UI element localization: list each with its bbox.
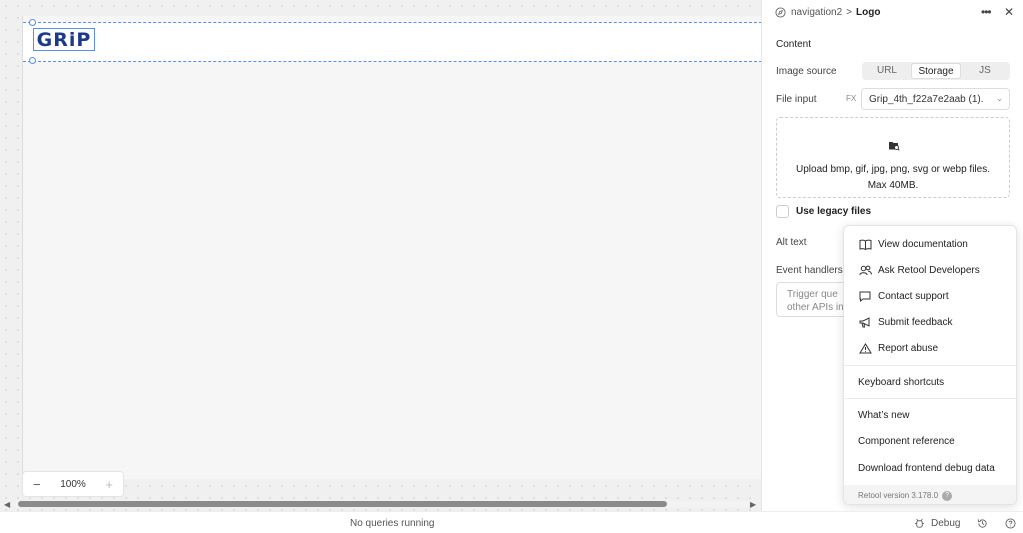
help-menu: View documentation Ask Retool Developers… [843,225,1017,505]
menu-item-submit-feedback[interactable]: Submit feedback [844,309,1016,335]
logo-text: GRiP [36,28,92,51]
book-icon [858,237,872,251]
menu-item-whats-new[interactable]: What’s new [844,402,1016,428]
legacy-files-checkbox[interactable] [776,205,789,218]
menu-item-view-documentation[interactable]: View documentation [844,231,1016,257]
horizontal-scrollbar[interactable]: ◀ ▶ [4,498,760,510]
alt-text-label: Alt text [776,237,807,248]
section-title: Content [776,39,812,50]
image-source-label: Image source [776,66,837,77]
breadcrumb-current: Logo [856,6,881,18]
menu-divider [844,398,1016,399]
warning-icon [858,341,872,355]
help-icon[interactable]: ? [942,490,953,501]
menu-item-keyboard-shortcuts[interactable]: Keyboard shortcuts [844,369,1016,395]
menu-item-label: Download frontend debug data [858,462,995,474]
help-circle-icon[interactable] [1004,517,1016,529]
image-source-segmented: URL Storage JS [862,62,1010,80]
more-options-icon[interactable]: ••• [981,5,992,19]
history-icon[interactable] [976,517,988,529]
menu-item-component-reference[interactable]: Component reference [844,428,1016,454]
menu-item-ask-developers[interactable]: Ask Retool Developers [844,257,1016,283]
event-handlers-label: Event handlers [776,265,843,276]
resize-handle-bottom-left[interactable] [29,57,36,64]
breadcrumb-component[interactable]: navigation2 [791,7,842,18]
folder-search-icon [888,140,900,154]
users-icon [858,263,872,277]
debug-controls: Debug [913,517,1016,529]
dropzone-text: Upload bmp, gif, jpg, png, svg or webp f… [796,164,990,175]
zoom-control: − 100% + [22,471,124,497]
scroll-right-icon[interactable]: ▶ [750,500,756,509]
query-status: No queries running [350,518,435,529]
menu-item-report-abuse[interactable]: Report abuse [844,335,1016,361]
chat-icon [858,289,872,303]
image-source-js[interactable]: JS [961,63,1009,79]
menu-item-label: Component reference [858,435,955,447]
logo-image[interactable]: GRiP [33,28,95,51]
scroll-left-icon[interactable]: ◀ [4,500,10,509]
zoom-level: 100% [60,478,86,490]
canvas-area[interactable]: GRiP − 100% + ◀ ▶ [0,0,762,511]
file-input-value: Grip_4th_f22a7e2aab (1). [869,94,984,105]
close-icon[interactable]: ✕ [1004,5,1014,19]
zoom-in-button[interactable]: + [105,477,113,492]
bug-icon[interactable] [913,517,925,529]
megaphone-icon [858,315,872,329]
version-text: Retool version 3.178.0 [858,491,939,500]
menu-item-label: Keyboard shortcuts [858,376,945,388]
menu-item-label: Report abuse [878,342,939,354]
version-footer: Retool version 3.178.0 ? [844,485,1016,504]
menu-item-contact-support[interactable]: Contact support [844,283,1016,309]
image-source-storage[interactable]: Storage [911,63,961,79]
fx-toggle[interactable]: FX [846,94,856,103]
app-frame[interactable]: GRiP [22,16,762,479]
compass-icon [775,6,786,18]
legacy-files-label[interactable]: Use legacy files [796,206,871,217]
debug-button[interactable]: Debug [931,518,960,529]
scroll-thumb[interactable] [18,501,667,507]
navigation-component[interactable]: GRiP [23,19,762,64]
file-dropzone[interactable]: Upload bmp, gif, jpg, png, svg or webp f… [776,117,1010,198]
breadcrumb-separator: > [846,6,852,18]
file-input-label: File input [776,94,817,105]
menu-item-label: Ask Retool Developers [878,264,980,276]
menu-divider [844,365,1016,366]
image-source-url[interactable]: URL [863,63,911,79]
dropzone-limit: Max 40MB. [867,180,919,191]
chevron-down-icon: ⌄ [996,94,1003,103]
status-bar: No queries running Debug [0,511,1023,533]
menu-item-label: View documentation [878,238,968,250]
menu-item-label: Submit feedback [878,316,953,328]
file-input-select[interactable]: Grip_4th_f22a7e2aab (1). ⌄ [861,88,1010,110]
menu-item-label: What’s new [858,409,910,421]
menu-item-download-debug-data[interactable]: Download frontend debug data [844,455,1016,481]
zoom-out-button[interactable]: − [33,477,41,492]
menu-item-label: Contact support [878,290,949,302]
resize-handle-top-left[interactable] [29,19,36,26]
